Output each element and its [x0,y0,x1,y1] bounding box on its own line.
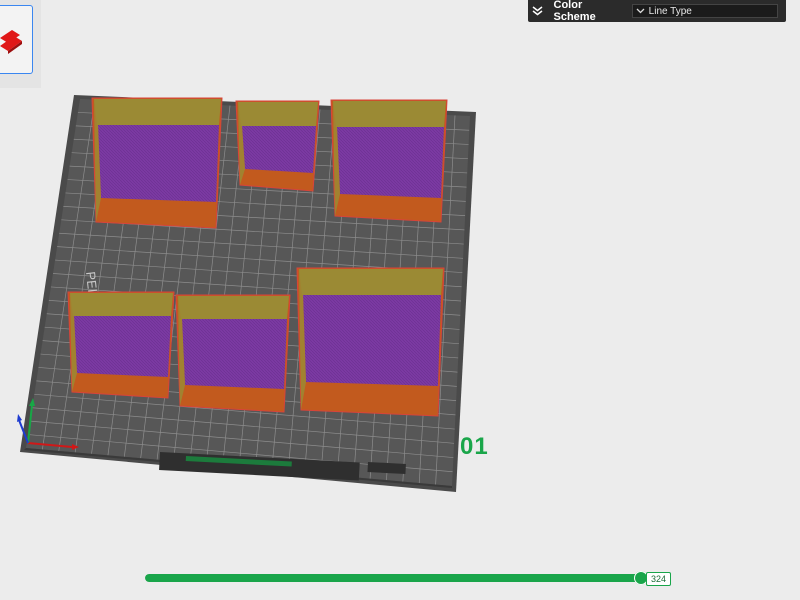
print-object[interactable] [91,97,223,229]
print-object[interactable] [67,291,175,399]
layer-slider-track[interactable] [145,574,641,582]
print-object[interactable] [330,99,448,223]
print-object[interactable] [235,100,320,192]
plate-number[interactable]: 01 [460,433,489,461]
layer-slider-fill [145,574,641,582]
layer-slider[interactable] [145,571,648,585]
layer-number-label: 324 [646,572,672,586]
3d-viewport[interactable]: PEI Plate [0,0,800,600]
print-object[interactable] [296,267,445,417]
print-object[interactable] [175,294,291,413]
